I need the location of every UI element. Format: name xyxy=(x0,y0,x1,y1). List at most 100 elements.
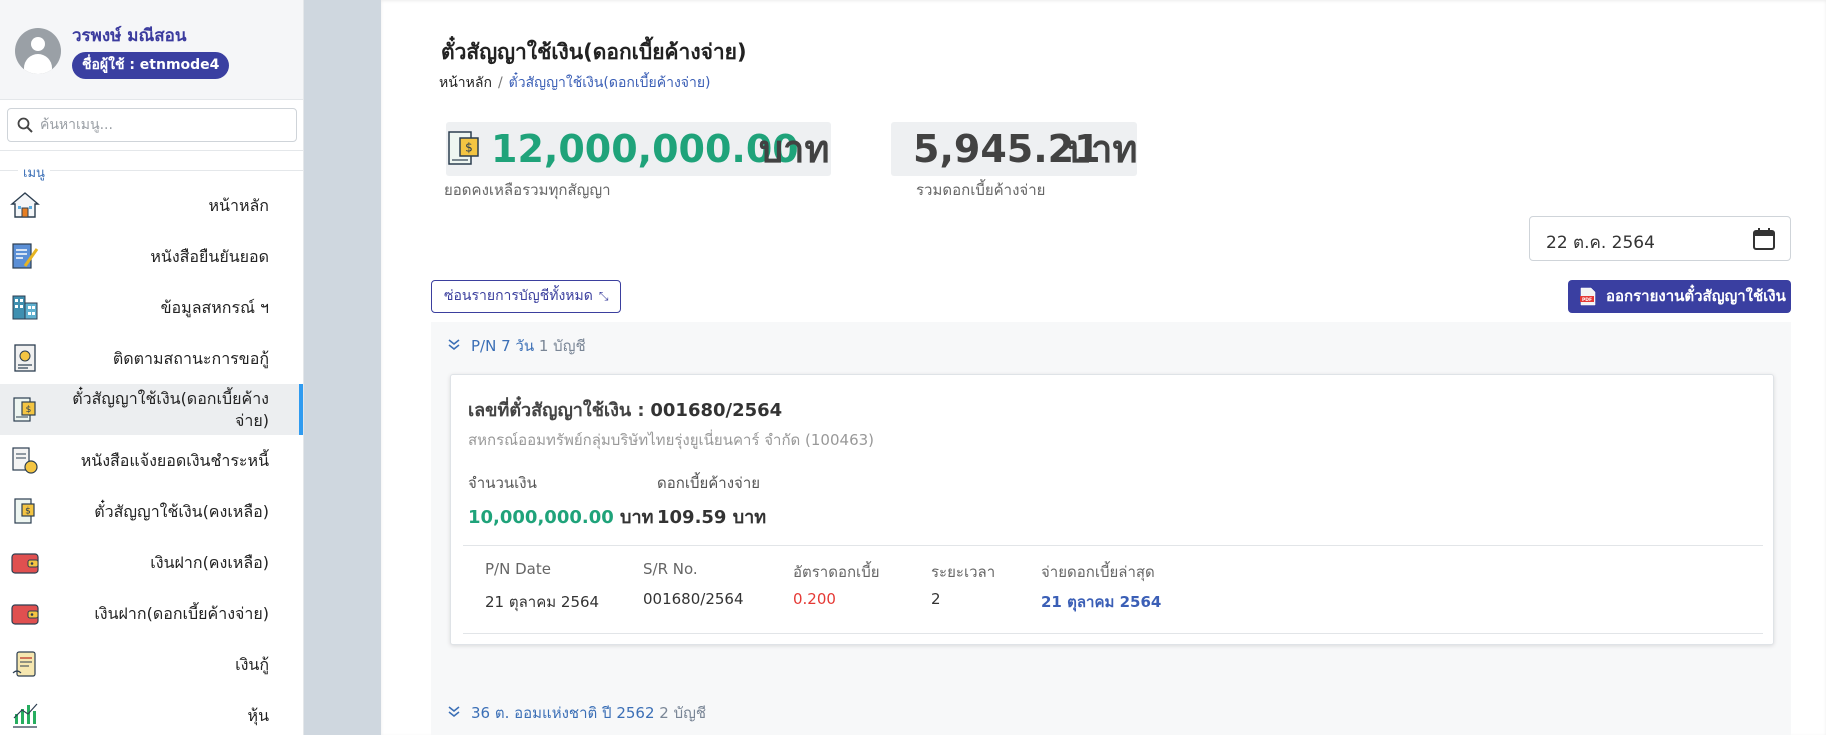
wallet-interest-icon xyxy=(11,604,39,625)
date-picker[interactable]: 22 ต.ค. 2564 xyxy=(1529,216,1791,261)
total-interest-unit: บาท xyxy=(1067,127,1138,171)
total-interest-label: รวมดอกเบี้ยค้างจ่าย xyxy=(916,181,1046,199)
sidebar-item-label: หนังสือแจ้งยอดเงินชำระหนี้ xyxy=(80,450,269,470)
pdf-icon: PDF xyxy=(1580,287,1596,306)
sidebar-item-label: หน้าหลัก xyxy=(208,195,269,215)
menu-search[interactable] xyxy=(7,108,297,142)
col-header-rate: อัตราดอกเบี้ย xyxy=(793,563,880,581)
sidebar: วรพงษ์ มณีสอน ชื่อผู้ใช้ : etnmode4 เมนู… xyxy=(0,0,304,735)
sidebar-menu: หน้าหลัก หนังสือยืนยันยอด ข้อมูลสหกรณ์ ฯ xyxy=(0,180,303,735)
chevron-double-down-icon xyxy=(447,704,461,722)
group-count: 2 บัญชี xyxy=(659,704,707,722)
building-icon xyxy=(12,295,38,320)
promissory-note-card: เลขที่ตั๋วสัญญาใช้เงิน : 001680/2564 สหก… xyxy=(450,374,1774,645)
loan-icon xyxy=(12,651,36,677)
sidebar-item-label: เงินฝาก(คงเหลือ) xyxy=(150,552,269,572)
divider xyxy=(463,633,1763,634)
group-name: P/N 7 วัน xyxy=(471,337,535,355)
calendar-icon[interactable] xyxy=(1752,227,1776,251)
group-count: 1 บัญชี xyxy=(538,337,586,355)
pn-date-value: 21 ตุลาคม 2564 xyxy=(485,593,600,611)
sidebar-item-promissory-interest[interactable]: $ ตั๋วสัญญาใช้เงิน(ดอกเบี้ยค้างจ่าย) xyxy=(0,384,303,435)
profile-name: วรพงษ์ มณีสอน xyxy=(72,26,187,46)
promissory-note-icon: $ xyxy=(448,131,479,165)
sidebar-item-label: ติดตามสถานะการขอกู้ xyxy=(112,348,269,368)
collapse-all-label: ซ่อนรายการบัญชีทั้งหมด xyxy=(444,288,593,304)
col-header-sr-no: S/R No. xyxy=(643,560,698,578)
col-header-pn-date: P/N Date xyxy=(485,560,551,578)
divider xyxy=(463,545,1763,546)
search-icon xyxy=(17,117,33,133)
sidebar-item-label: เงินฝาก(ดอกเบี้ยค้างจ่าย) xyxy=(94,603,269,623)
collapse-icon: ⤡ xyxy=(598,289,609,303)
total-balance-stat: $ 12,000,000.00 บาท xyxy=(446,122,831,176)
sidebar-item-label: หุ้น xyxy=(247,705,269,725)
debt-notice-icon xyxy=(12,447,38,474)
cooperative-name: สหกรณ์ออมทรัพย์กลุ่มบริษัทไทยรุ่งยูเนี่ย… xyxy=(468,431,875,449)
breadcrumb-home[interactable]: หน้าหลัก xyxy=(439,75,492,91)
sidebar-item-cooperative-info[interactable]: ข้อมูลสหกรณ์ ฯ xyxy=(0,282,303,333)
username-badge: ชื่อผู้ใช้ : etnmode4 xyxy=(72,52,230,79)
note-number-label: เลขที่ตั๋วสัญญาใช้เงิน : xyxy=(468,400,645,421)
period-value: 2 xyxy=(931,590,941,608)
amount-unit: บาท xyxy=(620,507,654,528)
sidebar-item-label: ข้อมูลสหกรณ์ ฯ xyxy=(160,297,269,317)
sidebar-item-label: ตั๋วสัญญาใช้เงิน(คงเหลือ) xyxy=(94,501,269,521)
avatar[interactable] xyxy=(15,28,61,74)
accrued-interest-label: ดอกเบี้ยค้างจ่าย xyxy=(657,474,761,492)
sidebar-item-shares[interactable]: หุ้น xyxy=(0,690,303,735)
interest-rate-value: 0.200 xyxy=(793,590,836,608)
sidebar-item-loan[interactable]: เงินกู้ xyxy=(0,639,303,690)
note-number-value: 001680/2564 xyxy=(650,400,783,421)
amount-value: 10,000,000.00 บาท xyxy=(468,502,653,531)
page-title: ตั๋วสัญญาใช้เงิน(ดอกเบี้ยค้างจ่าย) xyxy=(441,40,747,64)
svg-text:$: $ xyxy=(25,507,31,517)
last-paid-value: 21 ตุลาคม 2564 xyxy=(1041,593,1162,611)
sidebar-item-loan-status[interactable]: ติดตามสถานะการขอกู้ xyxy=(0,333,303,384)
chevron-double-down-icon xyxy=(447,337,461,355)
svg-text:$: $ xyxy=(465,141,473,155)
accrued-interest-value: 109.59 บาท xyxy=(657,507,767,528)
export-report-button[interactable]: PDF ออกรายงานตั๋วสัญญาใช้เงิน xyxy=(1568,280,1791,313)
account-group-header[interactable]: 36 ต. ออมแห่งชาติ ปี 2562 2 บัญชี xyxy=(447,701,706,725)
promissory-note-icon: $ xyxy=(13,397,36,422)
sidebar-item-promissory-balance[interactable]: $ ตั๋วสัญญาใช้เงิน(คงเหลือ) xyxy=(0,486,303,537)
sidebar-item-deposit-interest[interactable]: เงินฝาก(ดอกเบี้ยค้างจ่าย) xyxy=(0,588,303,639)
col-header-last-paid: จ่ายดอกเบี้ยล่าสุด xyxy=(1041,563,1155,581)
breadcrumb: หน้าหลัก / ตั๋วสัญญาใช้เงิน(ดอกเบี้ยค้างจ่… xyxy=(439,72,711,94)
collapse-all-button[interactable]: ซ่อนรายการบัญชีทั้งหมด ⤡ xyxy=(431,280,622,313)
amount-number: 10,000,000.00 xyxy=(468,507,614,528)
amount-label: จำนวนเงิน xyxy=(468,474,537,492)
date-picker-value: 22 ต.ค. 2564 xyxy=(1546,233,1655,253)
document-sign-icon xyxy=(12,243,39,269)
total-balance-value: 12,000,000.00 xyxy=(491,127,799,171)
group-name: 36 ต. ออมแห่งชาติ ปี 2562 xyxy=(471,704,655,722)
sidebar-item-label: หนังสือยืนยันยอด xyxy=(150,246,269,266)
divider xyxy=(0,150,303,151)
search-input[interactable] xyxy=(40,115,290,135)
sidebar-item-home[interactable]: หน้าหลัก xyxy=(0,180,303,231)
total-interest-stat: 5,945.21 บาท xyxy=(891,122,1138,176)
sidebar-item-confirmation-letter[interactable]: หนังสือยืนยันยอด xyxy=(0,231,303,282)
promissory-balance-icon: $ xyxy=(14,498,35,524)
sidebar-item-deposit-balance[interactable]: เงินฝาก(คงเหลือ) xyxy=(0,537,303,588)
card-title: เลขที่ตั๋วสัญญาใช้เงิน : 001680/2564 xyxy=(468,395,782,424)
svg-text:PDF: PDF xyxy=(1582,297,1592,303)
account-group-header[interactable]: P/N 7 วัน 1 บัญชี xyxy=(447,334,586,358)
total-balance-unit: บาท xyxy=(759,127,830,171)
total-balance-label: ยอดคงเหลือรวมทุกสัญญา xyxy=(444,181,611,199)
loan-status-icon xyxy=(14,344,36,372)
breadcrumb-current: ตั๋วสัญญาใช้เงิน(ดอกเบี้ยค้างจ่าย) xyxy=(508,75,711,91)
profile-panel: วรพงษ์ มณีสอน ชื่อผู้ใช้ : etnmode4 xyxy=(0,0,303,100)
svg-text:$: $ xyxy=(26,405,32,415)
export-report-label: ออกรายงานตั๋วสัญญาใช้เงิน xyxy=(1606,287,1786,305)
sr-no-value: 001680/2564 xyxy=(643,590,744,608)
sidebar-item-label: ตั๋วสัญญาใช้เงิน(ดอกเบี้ยค้างจ่าย) xyxy=(72,388,269,430)
breadcrumb-separator: / xyxy=(497,75,503,91)
stock-chart-icon xyxy=(13,703,38,728)
wallet-icon xyxy=(11,553,39,574)
layout-gutter xyxy=(304,0,381,735)
home-icon xyxy=(10,192,40,218)
sidebar-item-debt-notice[interactable]: หนังสือแจ้งยอดเงินชำระหนี้ xyxy=(0,435,303,486)
main-content: ตั๋วสัญญาใช้เงิน(ดอกเบี้ยค้างจ่าย) หน้าห… xyxy=(381,0,1826,735)
